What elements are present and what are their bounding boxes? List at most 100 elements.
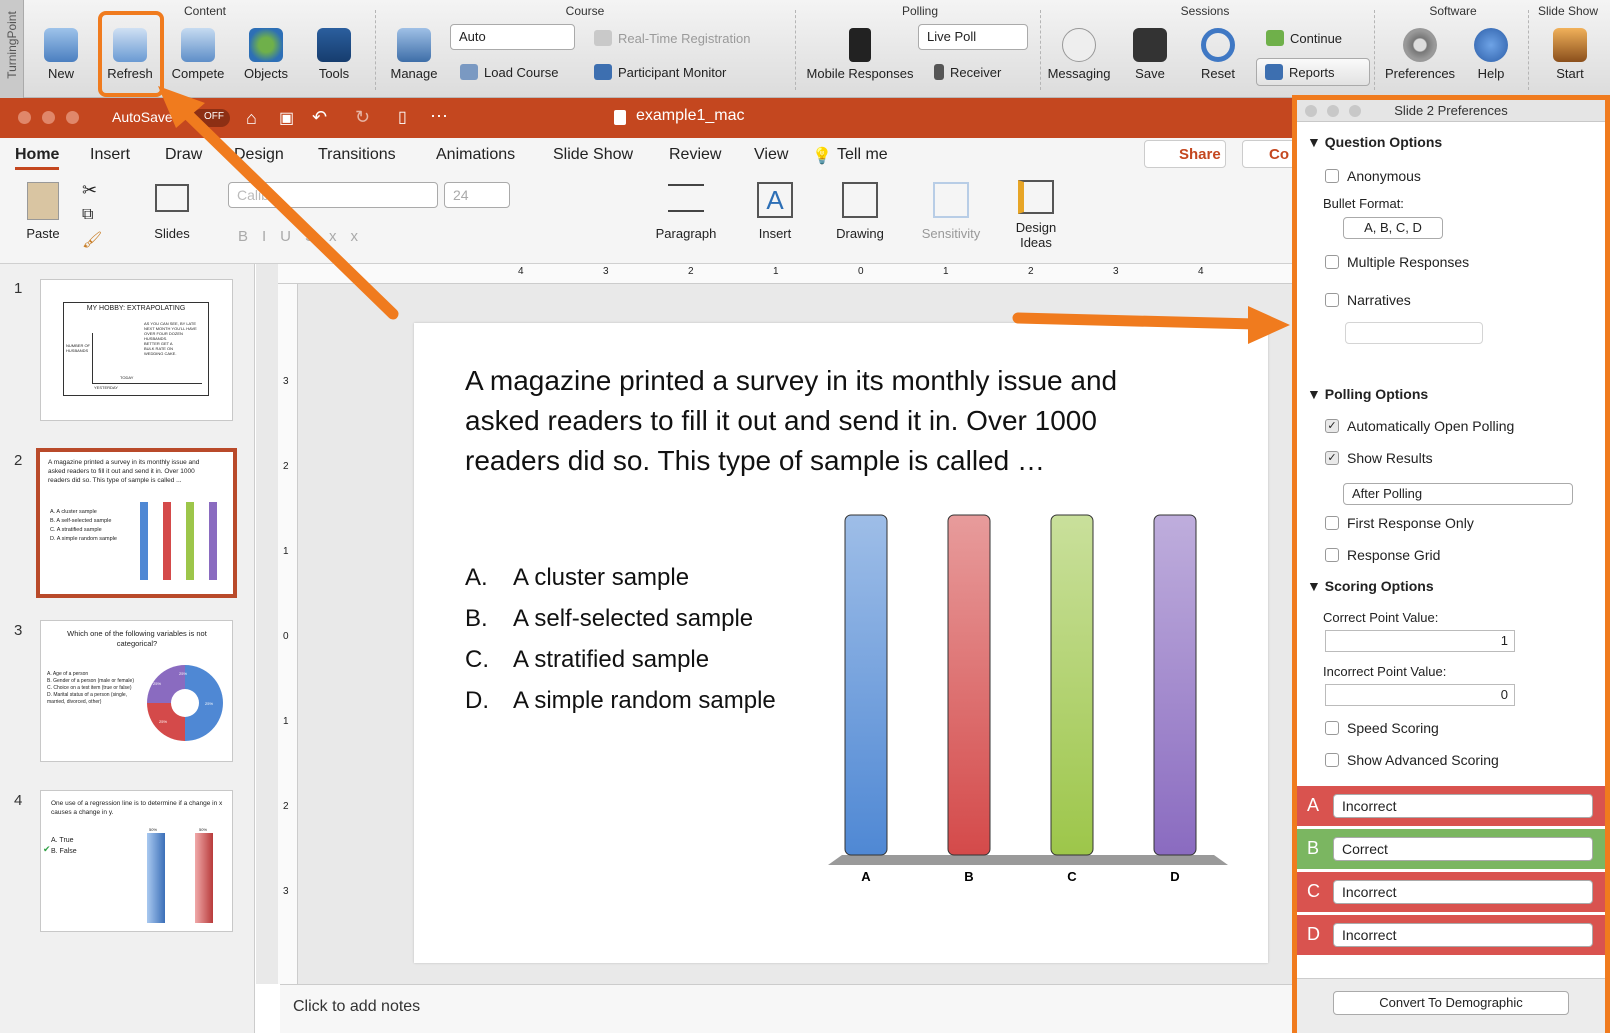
messaging-button[interactable]: Messaging <box>1042 28 1116 81</box>
copy-icon[interactable]: ⧉ <box>82 206 93 224</box>
comic-x2: TODAY <box>120 375 134 380</box>
speed-scoring-checkbox[interactable]: Speed Scoring <box>1325 720 1439 736</box>
tools-button[interactable]: Tools <box>306 28 362 81</box>
drawing-button[interactable]: Drawing <box>832 182 888 241</box>
continue-icon <box>1266 30 1284 46</box>
show-results-checkbox[interactable]: ✓ Show Results <box>1325 450 1433 466</box>
minimize-panel-icon[interactable] <box>1327 105 1339 117</box>
bullet-format-select[interactable]: A, B, C, D <box>1343 217 1443 239</box>
tab-review[interactable]: Review <box>669 146 721 164</box>
realtime-registration-button[interactable]: Real-Time Registration <box>594 30 750 46</box>
slide-thumbnail-2-selected[interactable]: A magazine printed a survey in its month… <box>36 448 237 598</box>
save-button[interactable]: Save <box>1124 28 1176 81</box>
cut-icon[interactable]: ✂ <box>82 180 97 201</box>
slide-options[interactable]: A. A cluster sample B. A self-selected sam… <box>465 557 776 721</box>
more-icon[interactable]: ⋯ <box>430 106 448 127</box>
tab-home[interactable]: Home <box>15 146 60 170</box>
show-results-timing-select[interactable]: After Polling <box>1343 483 1573 505</box>
close-panel-icon[interactable] <box>1305 105 1317 117</box>
sensitivity-button[interactable]: Sensitivity <box>912 182 990 241</box>
incorrect-point-input[interactable]: 0 <box>1325 684 1515 706</box>
autosave-toggle[interactable]: OFF <box>192 109 230 127</box>
checkbox-checked: ✓ <box>1325 419 1339 433</box>
first-response-only-checkbox[interactable]: First Response Only <box>1325 515 1474 531</box>
tab-slideshow[interactable]: Slide Show <box>553 146 633 164</box>
polling-options-header[interactable]: ▼ Polling Options <box>1307 386 1428 402</box>
new-button[interactable]: New <box>36 28 86 81</box>
tab-draw[interactable]: Draw <box>165 146 202 164</box>
turningpoint-ribbon: TurningPoint Content Course Polling Sess… <box>0 0 1610 98</box>
close-window-icon[interactable] <box>18 111 31 124</box>
reset-button[interactable]: Reset <box>1192 28 1244 81</box>
checkbox-label: Speed Scoring <box>1347 720 1439 736</box>
multiple-responses-checkbox[interactable]: Multiple Responses <box>1325 254 1469 270</box>
answer-d-select[interactable]: Incorrect <box>1333 923 1593 947</box>
poll-mode-select[interactable]: Live Poll <box>918 24 1028 50</box>
document-title[interactable]: example1_mac <box>636 107 745 125</box>
paste-button[interactable]: Paste <box>22 182 64 241</box>
course-select[interactable]: Auto <box>450 24 575 50</box>
receiver-button[interactable]: Receiver <box>934 64 1001 80</box>
tab-insert[interactable]: Insert <box>90 146 130 164</box>
answer-b-select[interactable]: Correct <box>1333 837 1593 861</box>
tab-animations[interactable]: Animations <box>436 146 515 164</box>
start-button[interactable]: Start <box>1542 28 1598 81</box>
auto-open-polling-checkbox[interactable]: ✓ Automatically Open Polling <box>1325 418 1514 434</box>
receiver-icon <box>934 64 944 80</box>
checkbox-label: Anonymous <box>1347 168 1421 184</box>
slide-thumbnail-1[interactable]: MY HOBBY: EXTRAPOLATING AS YOU CAN SEE, … <box>40 279 233 421</box>
load-course-button[interactable]: Load Course <box>460 64 558 80</box>
tab-design[interactable]: Design <box>234 146 284 164</box>
preferences-button[interactable]: Preferences <box>1378 28 1462 81</box>
share-button[interactable]: Share <box>1144 140 1226 168</box>
continue-button[interactable]: Continue <box>1266 30 1342 46</box>
advanced-scoring-checkbox[interactable]: Show Advanced Scoring <box>1325 752 1499 768</box>
group-divider <box>795 10 796 90</box>
tab-view[interactable]: View <box>754 146 788 164</box>
save-icon[interactable]: ▣ <box>279 108 294 128</box>
objects-button[interactable]: Objects <box>236 28 296 81</box>
new-file-icon[interactable]: ▯ <box>398 107 407 127</box>
ruler-tick: 0 <box>283 631 289 642</box>
scoring-options-header[interactable]: ▼ Scoring Options <box>1307 578 1434 594</box>
load-course-icon <box>460 64 478 80</box>
correct-point-input[interactable]: 1 <box>1325 630 1515 652</box>
answer-a-select[interactable]: Incorrect <box>1333 794 1593 818</box>
question-options-header[interactable]: ▼ Question Options <box>1307 134 1442 150</box>
speech-bubble-icon <box>1062 28 1096 62</box>
tab-transitions[interactable]: Transitions <box>318 146 396 164</box>
zoom-panel-icon[interactable] <box>1349 105 1361 117</box>
undo-icon[interactable]: ↶ <box>312 107 327 128</box>
slide-question[interactable]: A magazine printed a survey in its month… <box>465 361 1195 481</box>
design-ideas-button[interactable]: Design Ideas <box>1008 180 1064 250</box>
convert-to-demographic-button[interactable]: Convert To Demographic <box>1333 991 1569 1015</box>
reports-button[interactable]: Reports <box>1256 58 1370 86</box>
minimize-window-icon[interactable] <box>42 111 55 124</box>
font-size-select[interactable]: 24 <box>444 182 510 208</box>
format-painter-icon[interactable]: 🖌 <box>82 230 102 250</box>
narratives-select[interactable] <box>1345 322 1483 344</box>
redo-icon[interactable]: ↻ <box>355 107 370 128</box>
mobile-responses-button[interactable]: Mobile Responses <box>800 28 920 81</box>
paragraph-button[interactable]: Paragraph <box>644 184 728 241</box>
tell-me-search[interactable]: Tell me <box>837 146 888 164</box>
font-name-select[interactable]: Calib <box>228 182 438 208</box>
notes-pane[interactable]: Click to add notes <box>280 984 1295 1033</box>
home-icon[interactable]: ⌂ <box>246 108 257 129</box>
slide-thumbnail-4[interactable]: One use of a regression line is to deter… <box>40 790 233 932</box>
results-bar-chart[interactable]: 25%A25%B25%C25%D <box>814 513 1234 893</box>
answer-c-select[interactable]: Incorrect <box>1333 880 1593 904</box>
slide-canvas[interactable]: A magazine printed a survey in its month… <box>414 323 1268 963</box>
notes-placeholder: Click to add notes <box>293 998 421 1015</box>
zoom-window-icon[interactable] <box>66 111 79 124</box>
slide-thumbnail-3[interactable]: Which one of the following variables is … <box>40 620 233 762</box>
narratives-checkbox[interactable]: Narratives <box>1325 292 1411 308</box>
participant-monitor-button[interactable]: Participant Monitor <box>594 64 726 80</box>
manage-button[interactable]: Manage <box>382 28 446 81</box>
response-grid-checkbox[interactable]: Response Grid <box>1325 547 1440 563</box>
slides-button[interactable]: Slides <box>148 184 196 241</box>
compete-button[interactable]: Compete <box>168 28 228 81</box>
insert-button[interactable]: A Insert <box>750 182 800 241</box>
help-button[interactable]: Help <box>1466 28 1516 81</box>
anonymous-checkbox[interactable]: Anonymous <box>1325 168 1421 184</box>
